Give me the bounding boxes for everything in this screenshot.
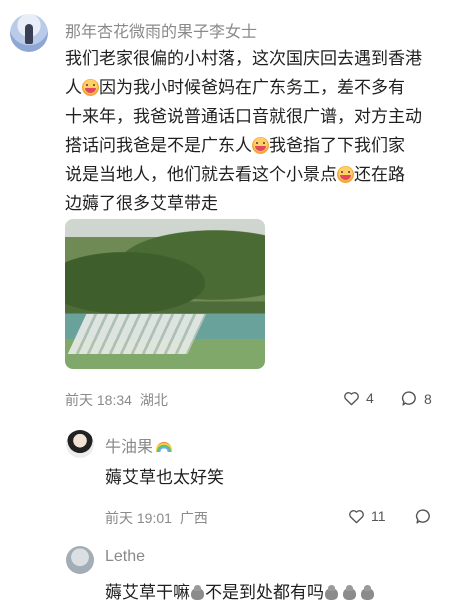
reply-button[interactable]: 8 (401, 390, 432, 407)
blush-emoji-icon (252, 137, 269, 154)
poop-emoji-icon (342, 585, 357, 600)
reply-button[interactable] (415, 508, 432, 525)
heart-outline-icon (344, 391, 359, 405)
like-button[interactable]: 4 (343, 390, 374, 406)
heart-outline-icon (349, 509, 364, 523)
reply-count: 8 (424, 390, 432, 407)
reply-avatar[interactable] (66, 430, 94, 458)
speech-bubble-icon (415, 509, 430, 524)
comment-photo[interactable] (65, 219, 265, 369)
timestamp: 前天 19:01 (105, 510, 172, 526)
rainbow-icon (156, 442, 173, 452)
comment-username[interactable]: 那年杏花微雨的果子李女士 (65, 18, 257, 42)
comment-line: 边薅了很多艾草带走 (65, 194, 218, 213)
poop-emoji-icon (324, 585, 339, 600)
comment-body: 我们老家很偏的小村落，这次国庆回去遇到香港 人因为我小时候爸妈在广东务工，差不多… (65, 44, 450, 218)
timestamp: 前天 18:34 (65, 392, 132, 408)
like-count: 11 (371, 508, 386, 524)
comment-line: 说是当地人，他们就去看这个小景点 还在路 (65, 165, 405, 184)
reply-text: 薅艾草也太好笑 (105, 468, 224, 487)
poop-emoji-icon (190, 585, 205, 600)
speech-bubble-icon (401, 391, 416, 406)
reply-meta: 前天 19:01 广西 (105, 508, 208, 528)
location: 湖北 (139, 392, 168, 408)
like-button[interactable]: 11 (348, 508, 386, 524)
comment-line: 人因为我小时候爸妈在广东务工，差不多有 (65, 78, 405, 97)
avatar[interactable] (10, 14, 48, 52)
blush-emoji-icon (337, 166, 354, 183)
reply-text: 薅艾草干嘛 不是到处都有吗 (105, 578, 375, 603)
blush-emoji-icon (82, 79, 99, 96)
comment-meta: 前天 18:34 湖北 (65, 390, 168, 410)
like-count: 4 (366, 390, 374, 406)
comment-line: 我们老家很偏的小村落，这次国庆回去遇到香港 (65, 49, 422, 68)
comment-line: 十来年，我爸说普通话口音就很广谱，对方主动 (65, 107, 422, 126)
comment-line: 搭话问我爸是不是广东人 我爸指了下我们家 (65, 136, 405, 155)
poop-emoji-icon (360, 585, 375, 600)
reply-avatar[interactable] (66, 546, 94, 574)
reply-username[interactable]: Lethe (105, 548, 145, 566)
reply-username[interactable]: 牛油果 (105, 433, 173, 457)
location: 广西 (179, 510, 208, 526)
